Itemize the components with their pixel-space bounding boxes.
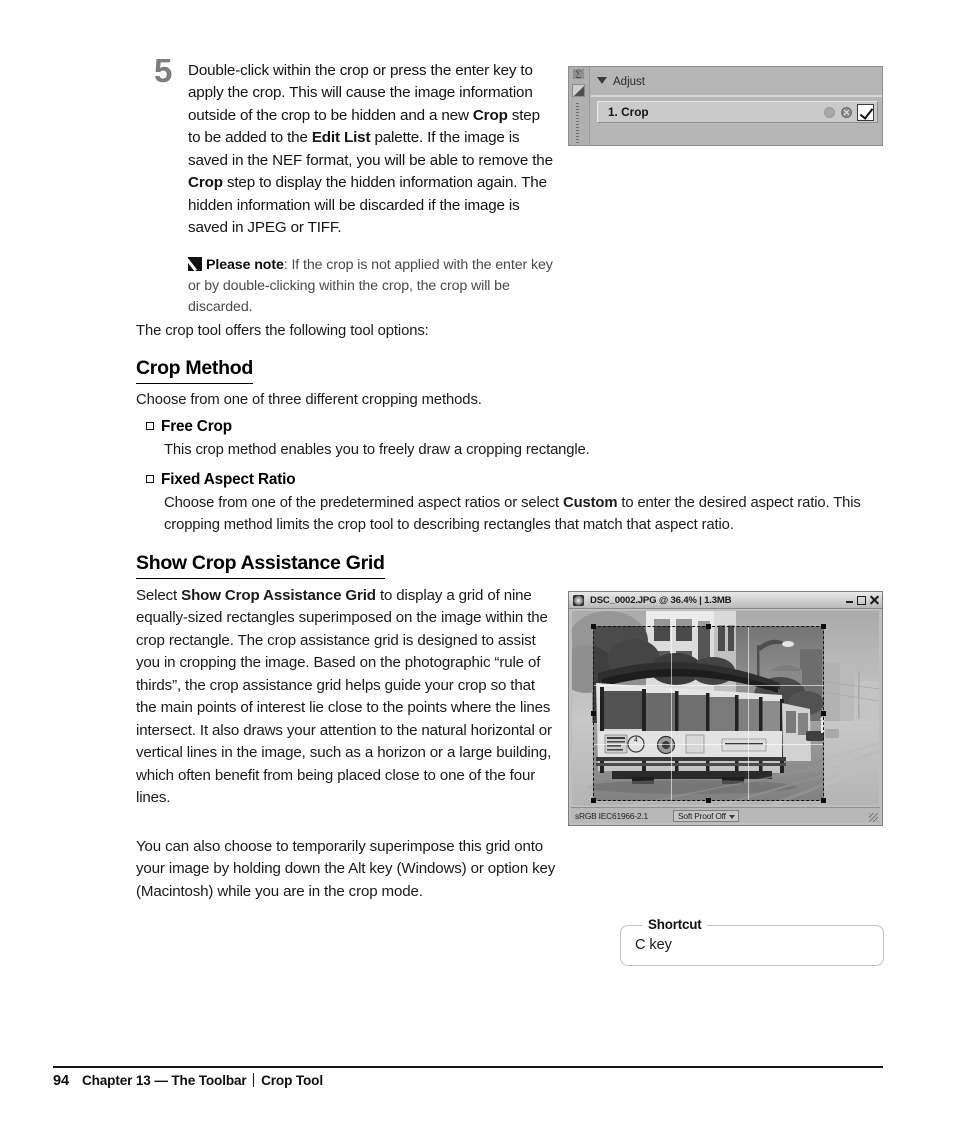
footer-separator: [252, 1073, 255, 1087]
image-window-title: DSC_0002.JPG @ 36.4% | 1.3MB: [590, 594, 732, 606]
color-profile-label: sRGB IEC61966-2.1: [575, 810, 648, 821]
adjust-palette: ∑ Adjust 1. Crop: [568, 66, 883, 146]
close-circle-icon[interactable]: [841, 106, 852, 118]
gradient-swatch-icon[interactable]: [572, 84, 585, 97]
image-canvas[interactable]: 4: [572, 611, 879, 805]
footer-rule: [53, 1066, 883, 1069]
checkbox-checked-icon[interactable]: [857, 103, 874, 121]
crop-rectangle[interactable]: [593, 626, 824, 801]
triangle-down-icon[interactable]: [597, 77, 607, 84]
crop-handle-bottom-left[interactable]: [591, 798, 596, 803]
step-5-block: 5 Double-click within the crop or press …: [136, 54, 556, 318]
step-number: 5: [154, 52, 173, 89]
tool-options-intro: The crop tool offers the following tool …: [136, 323, 429, 339]
soft-proof-dropdown[interactable]: Soft Proof Off: [673, 809, 739, 822]
crop-grid-paragraph-2: You can also choose to temporarily super…: [136, 838, 556, 900]
shortcut-value: C key: [635, 937, 672, 953]
footer: 94 Chapter 13 — The Toolbar Crop Tool: [53, 1073, 323, 1089]
dotted-grip-icon[interactable]: [576, 103, 579, 145]
crop-grid-line-h2: [594, 744, 823, 745]
crop-handle-middle-left[interactable]: [591, 711, 596, 716]
option-fixed-aspect-ratio-desc: Choose from one of the predetermined asp…: [164, 495, 861, 533]
crop-handle-bottom-right[interactable]: [821, 798, 826, 803]
resize-grip-icon[interactable]: [869, 813, 878, 822]
crop-grid-line-v1: [671, 627, 672, 800]
soft-proof-label: Soft Proof Off: [678, 810, 726, 821]
crop-handle-top-center[interactable]: [706, 624, 711, 629]
crop-step-label: 1. Crop: [608, 105, 649, 119]
page-number: 94: [53, 1073, 69, 1089]
shortcut-box: Shortcut C key: [620, 917, 884, 966]
heading-show-crop-assistance-grid: Show Crop Assistance Grid: [136, 552, 385, 579]
option-free-crop: Free Crop This crop method enables you t…: [145, 418, 886, 462]
square-bullet-icon: [145, 419, 155, 430]
option-free-crop-title: Free Crop: [145, 418, 886, 436]
minimize-icon[interactable]: [846, 596, 854, 604]
crop-grid-line-v2: [748, 627, 749, 800]
circle-icon[interactable]: [824, 106, 835, 118]
palette-divider: [591, 95, 882, 97]
heading-crop-method: Crop Method: [136, 357, 253, 384]
nikon-capture-icon: [573, 594, 584, 606]
please-note-block: Please note: If the crop is not applied …: [188, 255, 556, 318]
option-free-crop-desc: This crop method enables you to freely d…: [164, 442, 590, 458]
crop-handle-middle-right[interactable]: [821, 711, 826, 716]
palette-rail: ∑: [569, 67, 590, 145]
crop-grid-paragraph-1: Select Show Crop Assistance Grid to disp…: [136, 587, 552, 807]
shortcut-legend: Shortcut: [642, 917, 708, 932]
layers-icon[interactable]: ∑: [573, 69, 584, 79]
adjust-section-header[interactable]: Adjust: [597, 76, 645, 88]
square-bullet-icon: [145, 472, 155, 483]
crop-grid-line-h1: [594, 685, 823, 686]
footer-section: Crop Tool: [261, 1073, 323, 1088]
crop-method-intro: Choose from one of three different cropp…: [136, 392, 482, 408]
adjust-label: Adjust: [613, 76, 645, 88]
image-window-titlebar[interactable]: DSC_0002.JPG @ 36.4% | 1.3MB: [569, 592, 882, 609]
pencil-icon: [188, 257, 202, 272]
crop-handle-top-right[interactable]: [821, 624, 826, 629]
crop-handle-bottom-center[interactable]: [706, 798, 711, 803]
maximize-icon[interactable]: [857, 595, 866, 605]
please-note-label: Please note: [206, 257, 284, 274]
close-icon[interactable]: [869, 595, 879, 605]
crop-handle-top-left[interactable]: [591, 624, 596, 629]
edit-list-step-crop[interactable]: 1. Crop: [597, 101, 878, 123]
image-window-statusbar: sRGB IEC61966-2.1 Soft Proof Off: [571, 807, 880, 823]
option-fixed-aspect-ratio: Fixed Aspect Ratio Choose from one of th…: [145, 471, 886, 537]
caret-down-icon: [728, 814, 735, 819]
footer-chapter: Chapter 13 — The Toolbar: [81, 1073, 247, 1088]
option-fixed-aspect-ratio-title: Fixed Aspect Ratio: [145, 471, 886, 489]
step-text: Double-click within the crop or press th…: [188, 62, 553, 236]
image-window: DSC_0002.JPG @ 36.4% | 1.3MB 4 sRGB IEC6…: [568, 591, 883, 826]
